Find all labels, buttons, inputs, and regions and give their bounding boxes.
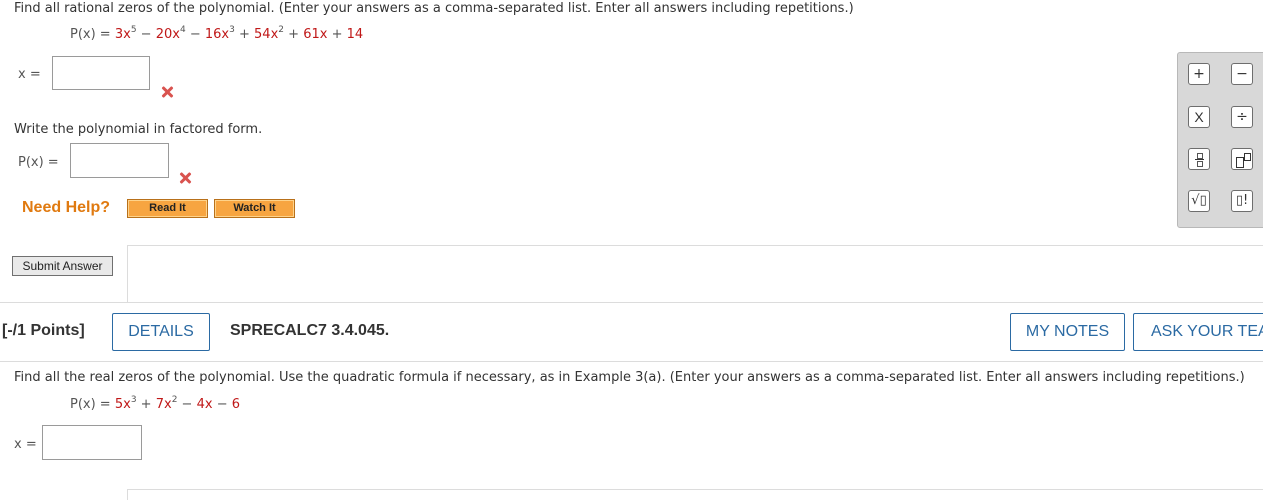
power-icon (1236, 153, 1251, 168)
poly-op: + (284, 27, 304, 42)
poly-term: 7x (155, 397, 172, 412)
submit-answer-button[interactable]: Submit Answer (12, 256, 113, 276)
poly-op: + (136, 397, 156, 412)
watch-it-button[interactable]: Watch It (214, 199, 295, 218)
incorrect-icon (160, 85, 174, 99)
poly-term: 16x (204, 27, 230, 42)
need-help-label: Need Help? (22, 199, 111, 216)
poly-term: 3x (114, 27, 131, 42)
poly-op: + (327, 27, 347, 42)
factored-form-input[interactable] (70, 143, 169, 178)
power-button[interactable] (1231, 148, 1253, 170)
poly-term: 4x (196, 397, 213, 412)
incorrect-icon (178, 171, 192, 185)
question-prompt: Find all the real zeros of the polynomia… (14, 370, 1245, 385)
question-code: SPRECALC7 3.4.045. (230, 322, 390, 339)
details-button[interactable]: DETAILS (112, 313, 210, 351)
poly-term: 61x (303, 27, 328, 42)
my-notes-button[interactable]: MY NOTES (1010, 313, 1125, 351)
sqrt-button[interactable]: √▯ (1188, 190, 1210, 212)
divider (127, 245, 128, 302)
divide-button[interactable]: ÷ (1231, 106, 1253, 128)
p-label: P(x) = (18, 155, 59, 170)
read-it-button[interactable]: Read It (127, 199, 208, 218)
poly-op: + (234, 27, 255, 42)
real-zeros-answer-input[interactable] (42, 425, 142, 460)
poly-term: 54x (254, 27, 279, 42)
divider (127, 245, 1263, 246)
poly-term: 20x (155, 27, 180, 42)
zeros-answer-input[interactable] (52, 56, 150, 90)
fraction-icon (1195, 153, 1204, 167)
points-label: [-/1 Points] (2, 322, 85, 339)
polynomial-expression: P(x) = 5x3 + 7x2 − 4x − 6 (70, 396, 241, 413)
divider (127, 489, 128, 500)
x-label: x = (14, 437, 37, 452)
poly-term: 14 (346, 27, 364, 42)
multiply-button[interactable]: X (1188, 106, 1210, 128)
divider (0, 302, 1263, 303)
poly-op: − (177, 397, 197, 412)
question-prompt: Find all rational zeros of the polynomia… (14, 1, 854, 16)
x-label: x = (18, 67, 41, 82)
poly-op: − (136, 27, 156, 42)
poly-term: 5x (114, 397, 131, 412)
divider (0, 361, 1263, 362)
poly-op: − (185, 27, 205, 42)
poly-op: − (212, 397, 232, 412)
ask-your-teacher-button[interactable]: ASK YOUR TEA (1133, 313, 1263, 351)
fraction-button[interactable] (1188, 148, 1210, 170)
divider (127, 489, 1263, 490)
polynomial-expression: P(x) = 3x5 − 20x4 − 16x3 + 54x2 + 61x + … (70, 26, 364, 43)
minus-button[interactable]: − (1231, 63, 1253, 85)
poly-term: 6 (231, 397, 241, 412)
plus-button[interactable]: + (1188, 63, 1210, 85)
factored-form-prompt: Write the polynomial in factored form. (14, 122, 263, 137)
poly-lhs: P(x) = (70, 397, 115, 412)
poly-lhs: P(x) = (70, 27, 115, 42)
factorial-button[interactable]: ▯! (1231, 190, 1253, 212)
math-palette: + − X ÷ √▯ ▯! (1177, 52, 1263, 228)
